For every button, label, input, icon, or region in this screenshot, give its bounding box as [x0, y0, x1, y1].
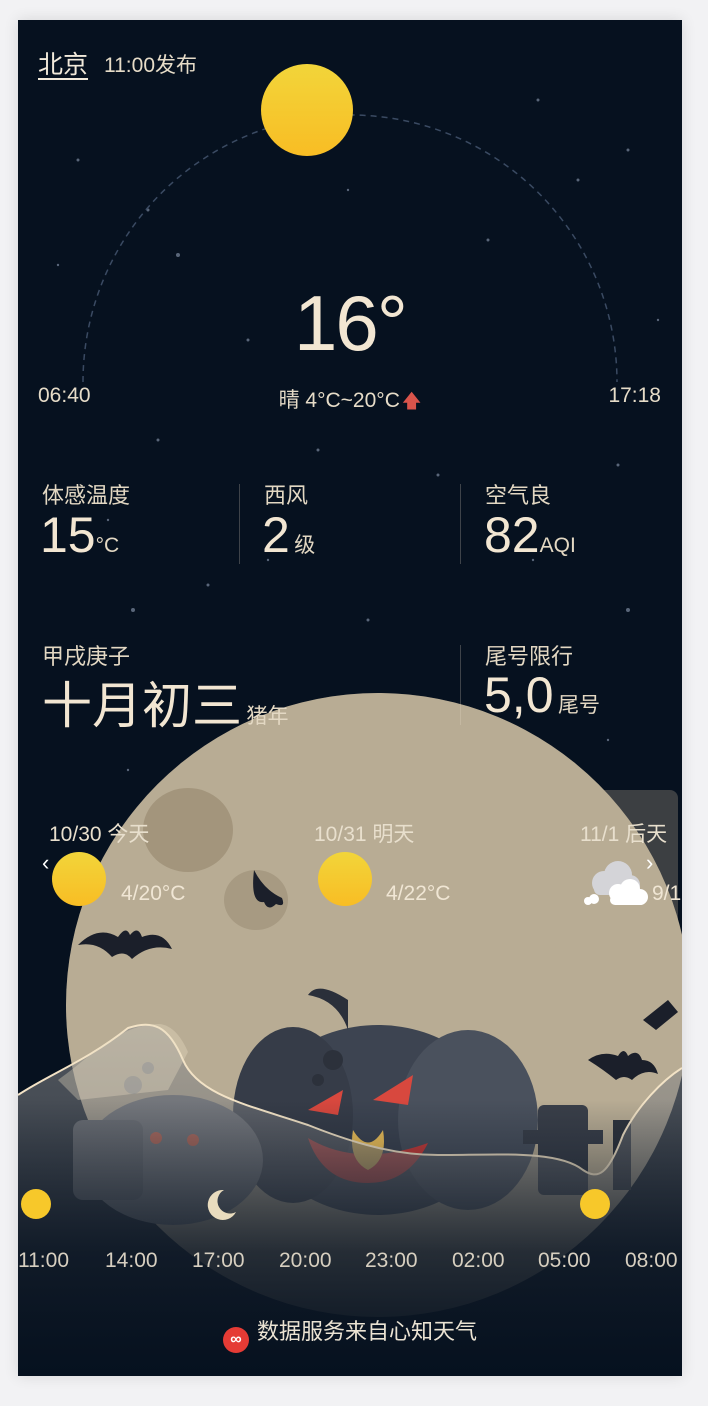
- prev-day-arrow-icon[interactable]: ‹: [42, 850, 49, 876]
- arrow-up-icon: 🡅: [401, 391, 422, 412]
- weather-summary: 晴 4°C~20°C 🡅: [18, 384, 682, 419]
- hour-label: 20:00: [279, 1249, 332, 1272]
- hour-label: 17:00: [192, 1249, 245, 1272]
- forecast-date-today: 10/30 今天: [49, 823, 150, 846]
- condition-range-text: 晴 4°C~20°C: [278, 389, 400, 412]
- feels-like-unit: °C: [95, 534, 120, 557]
- wind-level-unit: 级: [294, 534, 316, 557]
- forecast-temp-tomorrow: 4/22°C: [386, 882, 451, 905]
- publish-time: 11:00发布: [104, 54, 197, 77]
- air-quality-value-group: 82AQI: [484, 506, 576, 564]
- lunar-date: 十月初三: [42, 678, 242, 734]
- divider: [239, 484, 240, 564]
- hour-label: 14:00: [105, 1249, 158, 1272]
- restriction-value-group: 5,0 尾号: [484, 666, 600, 724]
- wind-level-value: 2: [262, 507, 290, 563]
- hour-label: 08:00: [625, 1249, 678, 1272]
- city-name-link[interactable]: 北京: [38, 45, 88, 81]
- data-source-footer[interactable]: ∞ 数据服务来自心知天气: [18, 1314, 682, 1353]
- aqi-unit: AQI: [539, 534, 576, 557]
- forecast-temp-today: 4/20°C: [121, 882, 186, 905]
- lunar-year: 猪年: [246, 705, 289, 728]
- feels-like-value: 15: [40, 507, 96, 563]
- weather-card: 北京 11:00发布 16° 06:40 17:18 晴 4°C~20°C 🡅 体…: [18, 20, 682, 1376]
- sun-icon: [580, 1189, 610, 1219]
- aqi-value: 82: [484, 507, 540, 563]
- restriction-value: 5,0: [484, 667, 554, 723]
- sun-icon: [52, 852, 106, 906]
- forecast-date-tomorrow: 10/31 明天: [314, 823, 415, 846]
- cloud-icon: [584, 861, 648, 905]
- hour-label: 02:00: [452, 1249, 505, 1272]
- forecast-date-day-after: 11/1 后天: [580, 823, 668, 846]
- hour-label: 23:00: [365, 1249, 418, 1272]
- restriction-unit: 尾号: [557, 694, 600, 717]
- divider: [460, 484, 461, 564]
- data-source-text: 数据服务来自心知天气: [256, 1319, 477, 1344]
- hour-label: 11:00: [18, 1249, 69, 1272]
- feels-like-value-group: 15°C: [40, 506, 119, 564]
- moon-icon: [207, 1189, 236, 1220]
- divider: [460, 645, 461, 725]
- sun-icon: [318, 852, 372, 906]
- xinzhi-logo-icon: ∞: [222, 1327, 249, 1353]
- current-temperature: 16°: [294, 279, 408, 367]
- wind-value-group: 2 级: [262, 506, 315, 564]
- forecast-temp-day-after: 9/1: [652, 882, 682, 905]
- hour-label: 05:00: [538, 1249, 591, 1272]
- sun-icon: [21, 1189, 51, 1219]
- lunar-date-group: 十月初三 猪年: [42, 666, 288, 738]
- sun-icon: [261, 64, 353, 156]
